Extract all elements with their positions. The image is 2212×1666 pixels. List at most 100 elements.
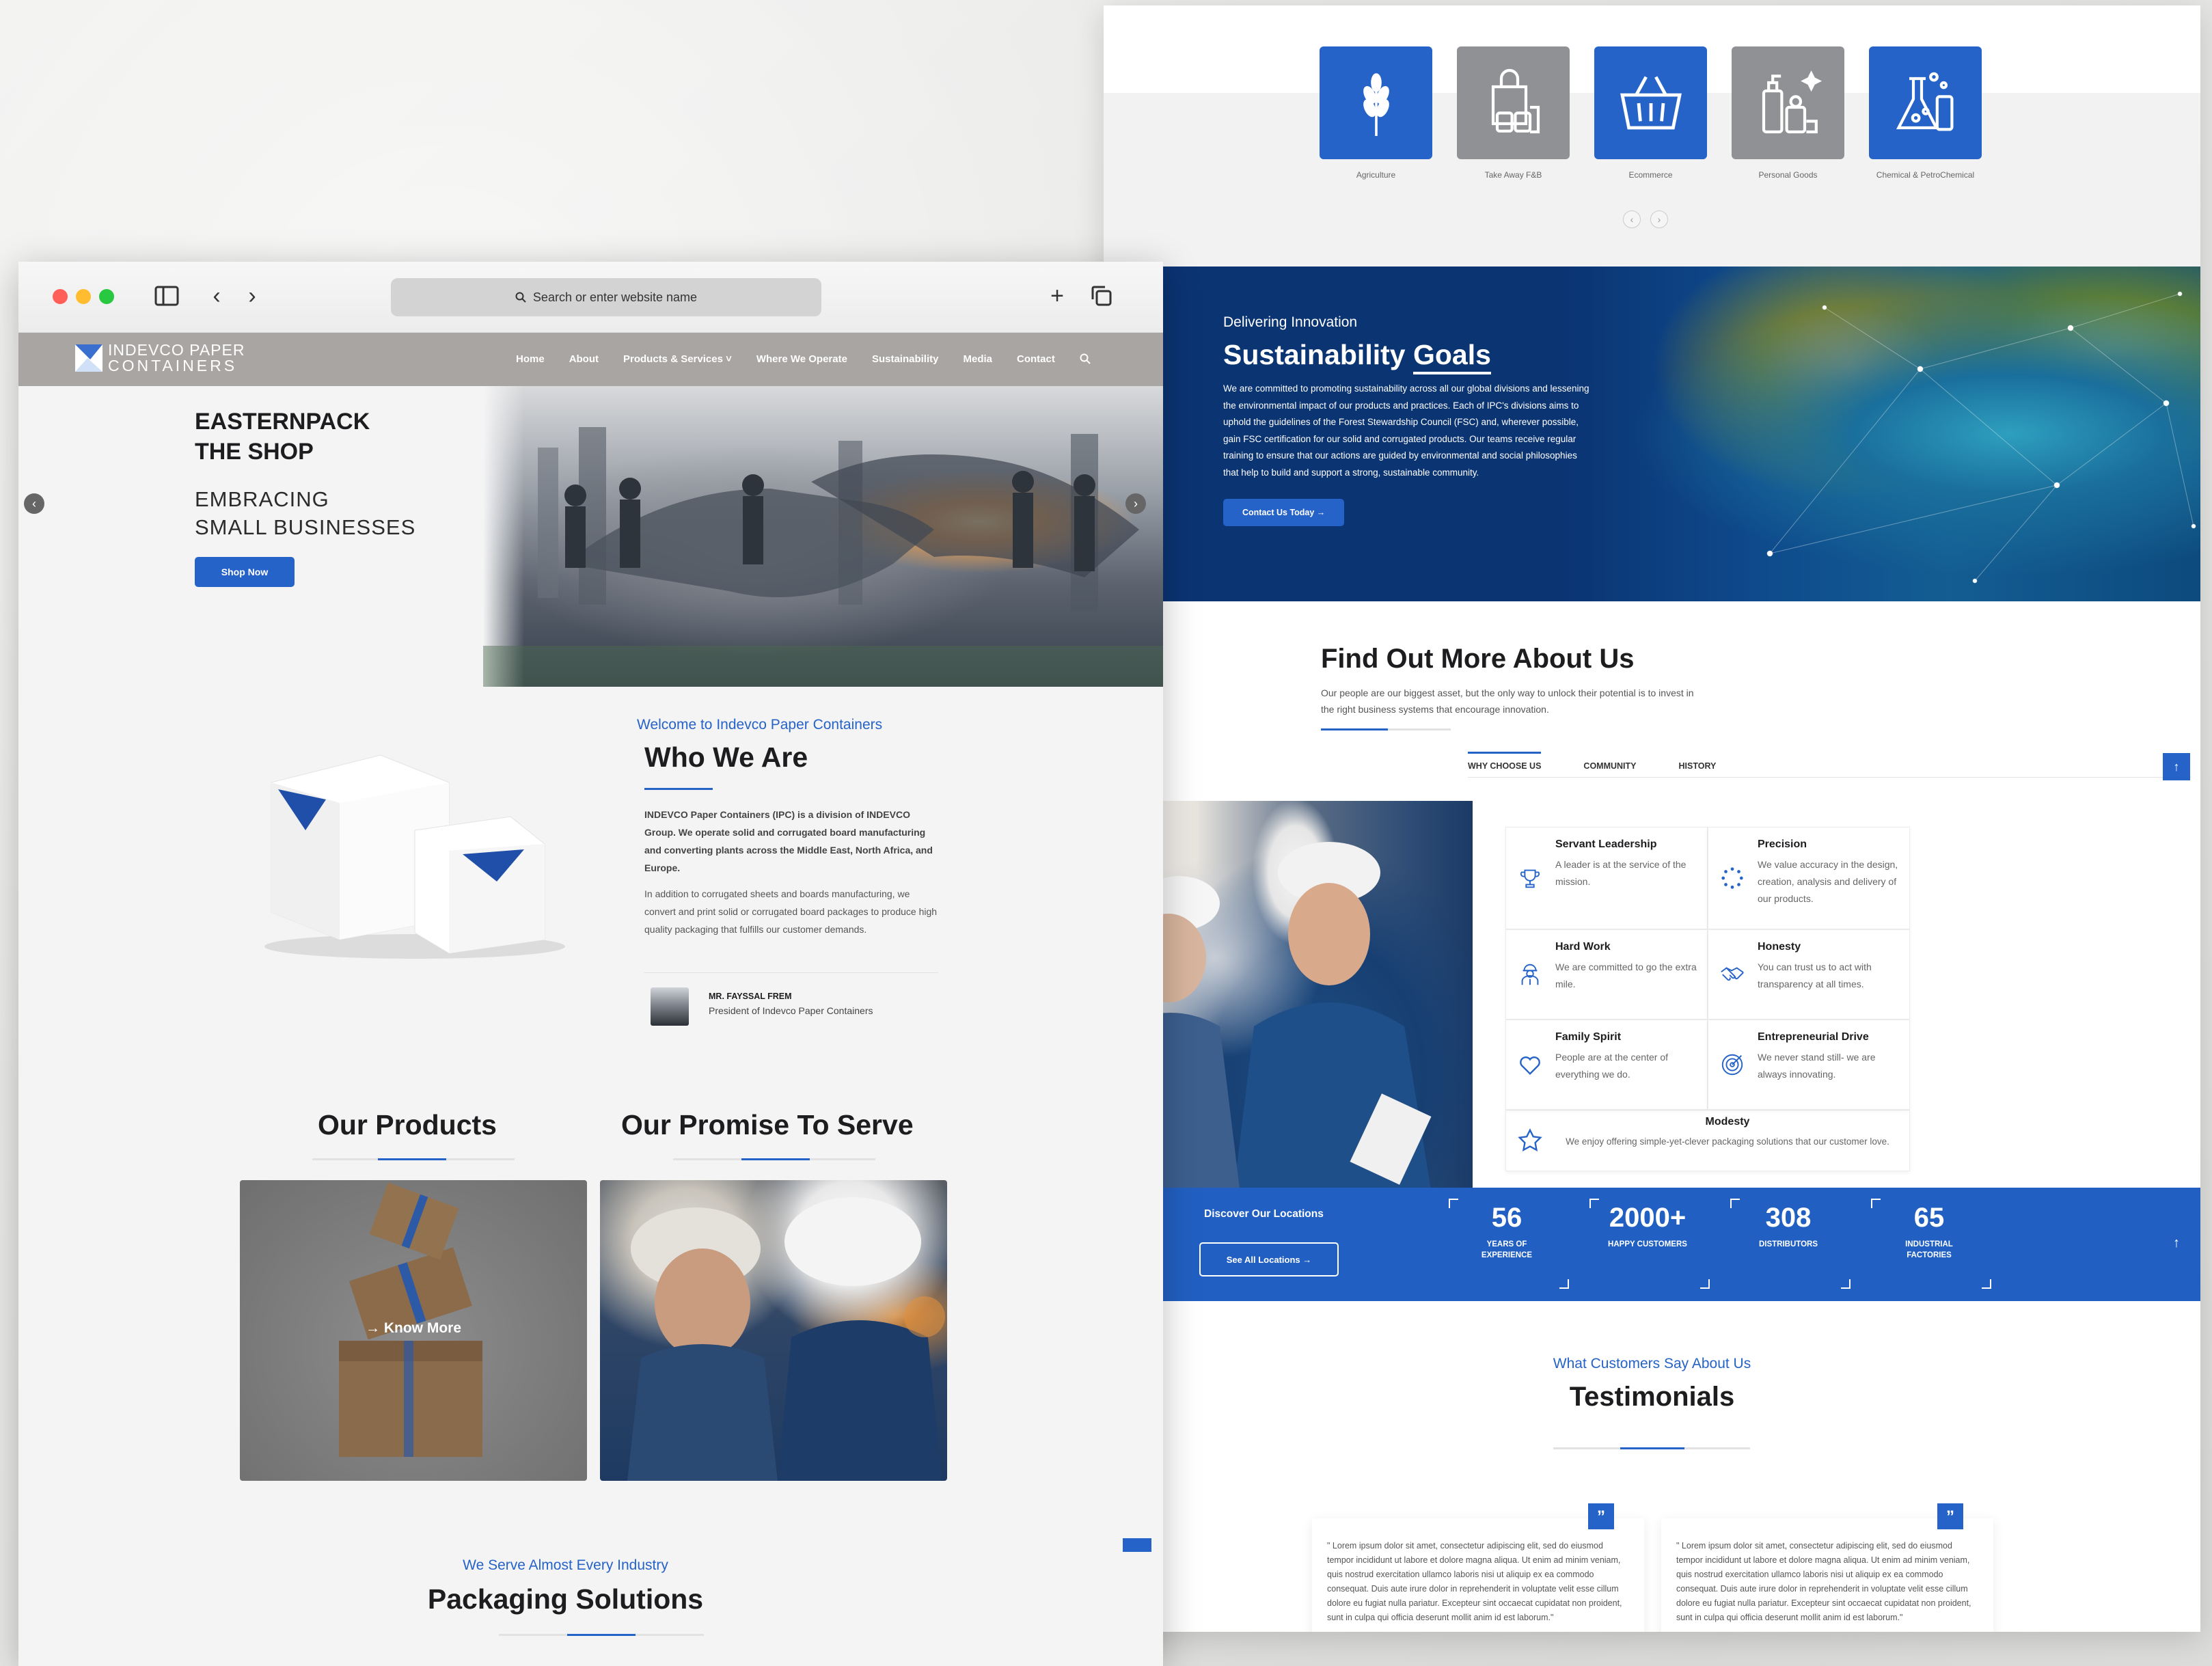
stat-distributors: 308 DISTRIBUTORS [1727, 1203, 1850, 1250]
packaging-eyebrow: We Serve Almost Every Industry [18, 1557, 1163, 1574]
hero-subheading: EMBRACING SMALL BUSINESSES [195, 485, 415, 541]
president-avatar [651, 987, 689, 1026]
know-more-link[interactable]: → Know More [240, 1320, 587, 1337]
tab-history[interactable]: HISTORY [1679, 757, 1717, 778]
sidebar-toggle-icon[interactable] [153, 282, 180, 310]
target-icon [1721, 1054, 1743, 1076]
nav-media[interactable]: Media [963, 353, 992, 365]
logo-line2: CONTAINERS [108, 357, 238, 374]
stat-label: INDUSTRIAL FACTORIES [1905, 1240, 1953, 1259]
testimonial-card: ” " Lorem ipsum dolor sit amet, consecte… [1661, 1503, 1993, 1632]
back-to-top-arrow[interactable]: ↑ [2173, 1235, 2180, 1251]
quote-icon: ” [1588, 1503, 1614, 1529]
new-tab-icon[interactable]: + [1043, 282, 1071, 310]
nav-home[interactable]: Home [516, 353, 545, 365]
nav-sustainability[interactable]: Sustainability [872, 353, 939, 365]
trophy-icon [1520, 869, 1540, 888]
hero-prev-button[interactable]: ‹ [24, 493, 44, 514]
contact-us-button[interactable]: Contact Us Today → [1223, 499, 1345, 526]
industry-takeaway[interactable]: Take Away F&B [1457, 46, 1570, 180]
who-paragraph-1: INDEVCO Paper Containers (IPC) is a divi… [644, 809, 933, 873]
hero-next-button[interactable]: › [1125, 493, 1146, 514]
scroll-top-button[interactable]: ↑ [2163, 753, 2190, 780]
president-name: MR. FAYSSAL FREM [709, 992, 792, 1001]
main-nav: Home About Products & Services ˅ Where W… [516, 353, 1091, 365]
about-tabs: WHY CHOOSE US COMMUNITY HISTORY [1468, 752, 2191, 778]
sustainability-body: We are committed to promoting sustainabi… [1223, 383, 1589, 478]
stat-number: 2000+ [1609, 1203, 1687, 1233]
value-title: Modesty [1705, 1116, 1750, 1128]
products-card[interactable]: → Know More [240, 1180, 587, 1481]
sustainability-eyebrow: Delivering Innovation [1223, 314, 1358, 330]
stat-corner [1730, 1199, 1740, 1208]
handshake-graphic [483, 427, 1163, 687]
shop-now-button[interactable]: Shop Now [195, 557, 295, 587]
stat-corner [1700, 1279, 1710, 1289]
carousel-next-button[interactable]: › [1650, 210, 1668, 228]
industry-tile[interactable] [1457, 46, 1570, 159]
tabs-overview-icon[interactable] [1088, 282, 1115, 310]
basket-icon [1620, 75, 1682, 129]
close-window-button[interactable] [53, 289, 68, 304]
industry-label: Take Away F&B [1484, 170, 1542, 180]
about-underline [1321, 728, 1451, 730]
industry-tile[interactable] [1320, 46, 1432, 159]
value-title: Entrepreneurial Drive [1758, 1031, 1869, 1043]
forward-arrow-icon[interactable]: › [238, 282, 266, 310]
stat-label: DISTRIBUTORS [1758, 1240, 1818, 1248]
promise-card[interactable] [600, 1180, 947, 1481]
nav-products-services[interactable]: Products & Services ˅ [623, 353, 732, 365]
handshake-city-photo [483, 386, 1163, 687]
sustainability-text: Delivering Innovation Sustainability Goa… [1223, 314, 1592, 526]
industry-tile[interactable] [1869, 46, 1982, 159]
nav-contact[interactable]: Contact [1017, 353, 1055, 365]
personal-goods-icon [1762, 70, 1822, 133]
value-card: Honesty You can trust us to act with tran… [1708, 929, 1910, 1020]
packaging-eyebrow-text: We Serve Almost Every Industry [463, 1557, 668, 1573]
value-description: You can trust us to act with transparenc… [1758, 961, 1872, 989]
industry-personal-goods[interactable]: Personal Goods [1732, 46, 1844, 180]
see-all-locations-button[interactable]: See All Locations → [1199, 1242, 1339, 1276]
value-title: Precision [1758, 838, 1807, 850]
who-paragraph-2: In addition to corrugated sheets and boa… [644, 888, 938, 935]
testimonial-card: ” " Lorem ipsum dolor sit amet, consecte… [1312, 1503, 1644, 1632]
back-arrow-icon[interactable]: ‹ [203, 282, 230, 310]
nav-about[interactable]: About [569, 353, 599, 365]
promise-underline-accent [741, 1158, 810, 1160]
industry-ecommerce[interactable]: Ecommerce [1594, 46, 1707, 180]
industries-section: Agriculture Take Away F&B Ecommerce Pers… [1104, 5, 2200, 267]
industry-agriculture[interactable]: Agriculture [1320, 46, 1432, 180]
heart-icon [1520, 1056, 1540, 1075]
who-divider [644, 972, 938, 973]
hero-slider: EASTERNPACK THE SHOP EMBRACING SMALL BUS… [18, 386, 1163, 687]
industry-tile[interactable] [1594, 46, 1707, 159]
tab-community[interactable]: COMMUNITY [1583, 757, 1636, 778]
maximize-window-button[interactable] [99, 289, 114, 304]
value-card: Servant Leadership A leader is at the ser… [1505, 827, 1708, 929]
value-description: We value accuracy in the design, creatio… [1758, 859, 1898, 904]
testimonials-underline [1553, 1447, 1750, 1449]
our-products-title: Our Products [318, 1109, 497, 1141]
testimonial-text: " Lorem ipsum dolor sit amet, consectetu… [1676, 1541, 1971, 1622]
products-underline-accent [378, 1158, 446, 1160]
side-feedback-tab[interactable] [1123, 1538, 1151, 1552]
sustainability-title: Sustainability Goals [1223, 339, 1592, 374]
carousel-prev-button[interactable]: ‹ [1623, 210, 1641, 228]
stat-corner [1449, 1199, 1458, 1208]
takeaway-bag-icon [1491, 68, 1540, 133]
minimize-window-button[interactable] [76, 289, 91, 304]
stat-label: YEARS OF EXPERIENCE [1481, 1240, 1533, 1259]
value-description: A leader is at the service of the missio… [1555, 859, 1687, 887]
precision-dots-icon [1721, 867, 1743, 889]
industry-chemical[interactable]: Chemical & PetroChemical [1869, 46, 1982, 180]
industry-tile[interactable] [1732, 46, 1844, 159]
stat-label: HAPPY CUSTOMERS [1608, 1240, 1687, 1248]
our-promise-title: Our Promise To Serve [621, 1109, 914, 1141]
indevco-logo[interactable]: INDEVCO PAPER CONTAINERS [75, 342, 245, 374]
folding-boxes-image [264, 754, 565, 959]
nav-where-we-operate[interactable]: Where We Operate [756, 353, 847, 365]
address-bar[interactable]: Search or enter website name [391, 278, 821, 316]
nav-search-icon[interactable] [1080, 353, 1091, 364]
stat-years: 56 YEARS OF EXPERIENCE [1445, 1203, 1568, 1261]
tab-why-choose-us[interactable]: WHY CHOOSE US [1468, 752, 1542, 778]
